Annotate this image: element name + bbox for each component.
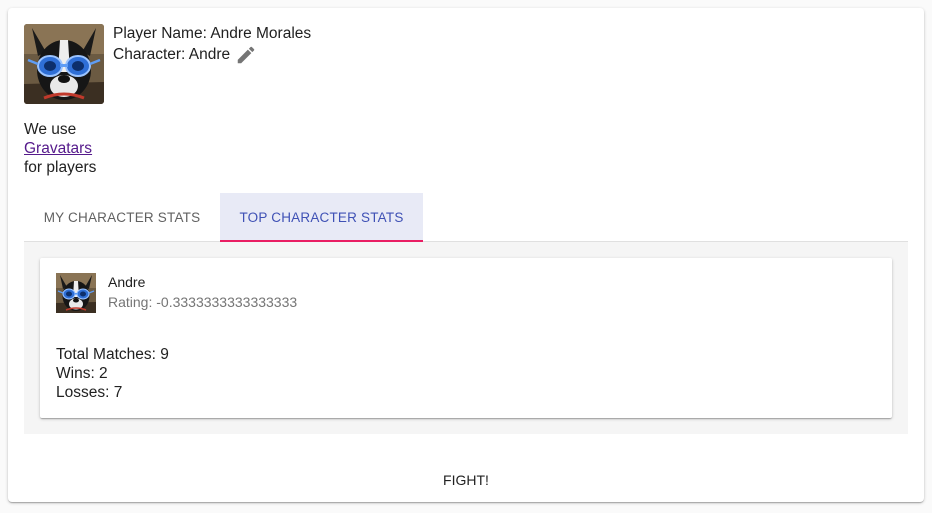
player-info: Player Name: Andre Morales Character: An… xyxy=(113,24,311,66)
character-avatar xyxy=(56,273,96,313)
top-character-stats-panel: Andre Rating: -0.3333333333333333 Total … xyxy=(24,242,908,434)
dog-avatar-icon xyxy=(24,24,104,104)
tab-top-character-stats[interactable]: TOP CHARACTER STATS xyxy=(220,193,423,241)
gravatar-note: We use Gravatars for players xyxy=(24,120,96,177)
wins: Wins: 2 xyxy=(56,365,108,382)
gravatar-note-prefix: We use xyxy=(24,121,77,138)
dog-avatar-small-icon xyxy=(56,273,96,313)
character-stat-card: Andre Rating: -0.3333333333333333 Total … xyxy=(40,258,892,418)
pencil-icon[interactable] xyxy=(235,44,257,66)
character-label: Character: Andre xyxy=(113,46,231,63)
tab-my-character-stats[interactable]: MY CHARACTER STATS xyxy=(24,193,220,241)
gravatars-link[interactable]: Gravatars xyxy=(24,140,92,157)
character-name: Andre xyxy=(108,274,146,290)
gravatar-note-suffix: for players xyxy=(24,159,97,176)
match-totals: Total Matches: 9 Wins: 2 Losses: 7 xyxy=(56,345,169,402)
character-line: Character: Andre xyxy=(113,44,311,66)
total-matches: Total Matches: 9 xyxy=(56,346,169,363)
losses: Losses: 7 xyxy=(56,384,123,401)
fight-button[interactable]: FIGHT! xyxy=(416,462,516,498)
player-name: Player Name: Andre Morales xyxy=(113,25,312,42)
player-avatar xyxy=(24,24,104,104)
player-card: Player Name: Andre Morales Character: An… xyxy=(8,8,924,502)
stats-tabs: MY CHARACTER STATS TOP CHARACTER STATS xyxy=(24,193,908,242)
character-rating: Rating: -0.3333333333333333 xyxy=(108,294,298,310)
